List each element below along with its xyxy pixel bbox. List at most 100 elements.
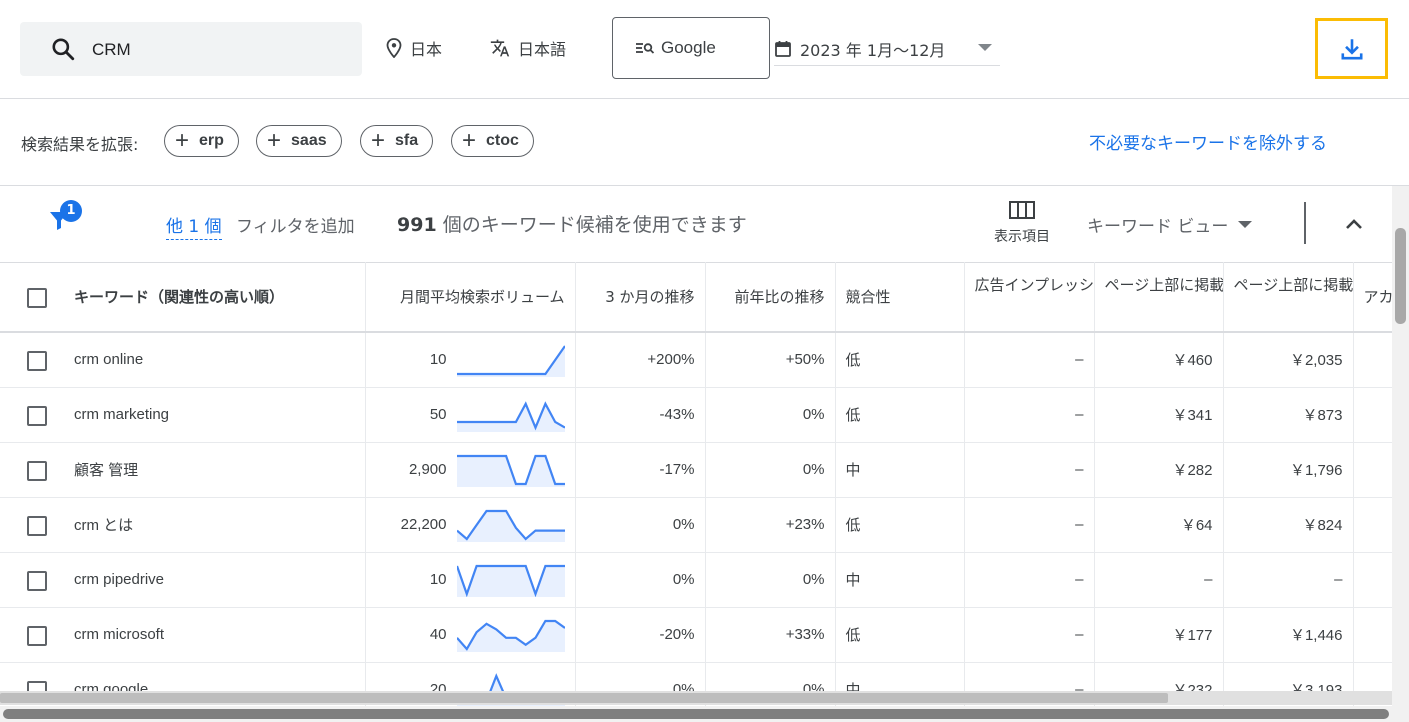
cell-impression-share: – <box>964 387 1095 443</box>
header-competition[interactable]: 競合性 <box>835 262 965 333</box>
cell-keyword: crm marketing <box>0 387 366 443</box>
header-bid-low[interactable]: ページ上部に掲載された広告の入札単価（低額帯） <box>1094 262 1224 333</box>
page-horizontal-scrollbar[interactable] <box>0 706 1392 722</box>
cell-three-month: 0% <box>575 497 706 553</box>
cell-competition: 低 <box>835 497 965 553</box>
select-all-checkbox[interactable] <box>27 288 47 308</box>
filter-bar: 1 他 1 個 フィルタを追加 991 個のキーワード候補を使用できます 表示項… <box>0 186 1392 263</box>
keyword-table: キーワード（関連性の高い順） 月間平均検索ボリューム 3 か月の推移 前年比の推… <box>0 262 1392 718</box>
row-checkbox[interactable] <box>27 625 47 646</box>
chevron-up-icon[interactable] <box>1342 212 1366 236</box>
chip-label: ctoc <box>486 132 519 149</box>
cell-keyword: crm pipedrive <box>0 552 366 608</box>
cell-bid-low: ￥64 <box>1094 497 1224 553</box>
add-filter-button[interactable]: フィルタを追加 <box>236 212 355 237</box>
cell-yoy: 0% <box>705 442 836 498</box>
cell-impression-share: – <box>964 332 1095 388</box>
scrollbar-thumb[interactable] <box>0 693 1168 703</box>
cell-yoy: +23% <box>705 497 836 553</box>
search-icon <box>52 38 75 61</box>
filter-count-badge: 1 <box>60 200 82 222</box>
cell-keyword: crm online <box>0 332 366 388</box>
cell-keyword: crm microsoft <box>0 607 366 663</box>
table-row[interactable]: crm とは 22,200 0% +23% 低 – ￥64 ￥824 <box>0 497 1392 553</box>
caret-down-icon <box>1238 221 1253 228</box>
row-checkbox[interactable] <box>27 570 47 591</box>
scrollbar-thumb[interactable] <box>1395 228 1406 324</box>
cell-impression-share: – <box>964 552 1095 608</box>
sparkline-area <box>456 565 565 597</box>
language-selector[interactable]: 日本語 <box>490 36 566 60</box>
plus-icon: + <box>462 127 477 154</box>
table-row[interactable]: 顧客 管理 2,900 -17% 0% 中 – ￥282 ￥1,796 <box>0 442 1392 498</box>
header-volume[interactable]: 月間平均検索ボリューム <box>365 262 576 333</box>
cell-bid-low: – <box>1094 552 1224 608</box>
cell-volume: 22,200 <box>365 497 576 553</box>
keyword-view-selector[interactable]: キーワード ビュー <box>1087 212 1253 237</box>
row-checkbox[interactable] <box>27 351 47 371</box>
header-three-month[interactable]: 3 か月の推移 <box>575 262 706 333</box>
top-bar: 日本 日本語 Google 2023 年 1月〜12月 <box>0 0 1409 99</box>
chip-ctoc[interactable]: + ctoc <box>451 125 534 157</box>
columns-button[interactable]: 表示項目 <box>988 200 1056 246</box>
translate-icon <box>490 39 510 57</box>
cell-yoy: +33% <box>705 607 836 663</box>
cell-three-month: -17% <box>575 442 706 498</box>
keyword-label: 顧客 管理 <box>74 462 139 479</box>
keyword-label: crm marketing <box>74 406 170 423</box>
cell-impression-share: – <box>964 607 1095 663</box>
columns-label: 表示項目 <box>994 229 1050 245</box>
cell-bid-high: ￥824 <box>1223 497 1354 553</box>
row-checkbox[interactable] <box>27 405 47 426</box>
calendar-icon <box>775 40 791 57</box>
page-vertical-scrollbar[interactable] <box>1392 186 1409 722</box>
cell-bid-low: ￥177 <box>1094 607 1224 663</box>
date-range-selector[interactable]: 2023 年 1月〜12月 <box>774 32 1000 66</box>
download-icon <box>1340 38 1363 60</box>
cell-volume: 10 <box>365 332 576 388</box>
row-checkbox[interactable] <box>27 460 47 481</box>
cell-three-month: -20% <box>575 607 706 663</box>
cell-account-status <box>1353 332 1392 388</box>
cell-account-status <box>1353 497 1392 553</box>
chip-sfa[interactable]: + sfa <box>360 125 434 157</box>
location-selector[interactable]: 日本 <box>386 36 442 60</box>
trend-sparkline <box>456 564 565 597</box>
header-bid-high[interactable]: ページ上部に掲載された広告の入札単価（高額帯） <box>1223 262 1354 333</box>
cell-bid-low: ￥460 <box>1094 332 1224 388</box>
row-checkbox[interactable] <box>27 515 47 536</box>
chevron-down-icon <box>978 44 992 51</box>
cell-three-month: -43% <box>575 387 706 443</box>
chip-erp[interactable]: + erp <box>164 125 239 157</box>
table-row[interactable]: crm marketing 50 -43% 0% 低 – ￥341 ￥873 <box>0 387 1392 443</box>
header-impression-share[interactable]: 広告インプレッション シェア <box>964 262 1095 333</box>
sparkline-line <box>456 345 565 375</box>
plus-icon: + <box>175 127 190 154</box>
table-horizontal-scrollbar[interactable] <box>0 691 1392 705</box>
cell-yoy: +50% <box>705 332 836 388</box>
header-account-status[interactable]: アカウントのステータス <box>1353 262 1392 333</box>
cell-account-status <box>1353 387 1392 443</box>
cell-volume: 50 <box>365 387 576 443</box>
exclude-keywords-link[interactable]: 不必要なキーワードを除外する <box>1089 129 1327 154</box>
chip-label: sfa <box>395 132 419 149</box>
search-input[interactable] <box>90 36 354 64</box>
other-filters-link[interactable]: 他 1 個 <box>166 212 222 240</box>
header-keyword[interactable]: キーワード（関連性の高い順） <box>0 262 366 333</box>
table-row[interactable]: crm microsoft 40 -20% +33% 低 – ￥177 ￥1,446 <box>0 607 1392 663</box>
search-box[interactable] <box>20 22 362 76</box>
search-list-icon <box>636 43 655 54</box>
volume-value: 10 <box>429 571 447 588</box>
chip-saas[interactable]: + saas <box>256 125 342 157</box>
search-network-selector[interactable]: Google <box>612 17 770 79</box>
keyword-label: crm online <box>74 351 144 369</box>
table-row[interactable]: crm pipedrive 10 0% 0% 中 – – – <box>0 552 1392 608</box>
download-button[interactable] <box>1315 18 1388 79</box>
header-yoy[interactable]: 前年比の推移 <box>705 262 836 333</box>
scrollbar-thumb[interactable] <box>3 709 1389 719</box>
keyword-count-number: 991 <box>397 214 437 236</box>
table-row[interactable]: crm online 10 +200% +50% 低 – ￥460 ￥2,035 <box>0 332 1392 388</box>
cell-impression-share: – <box>964 442 1095 498</box>
volume-value: 22,200 <box>400 516 447 533</box>
cell-yoy: 0% <box>705 387 836 443</box>
